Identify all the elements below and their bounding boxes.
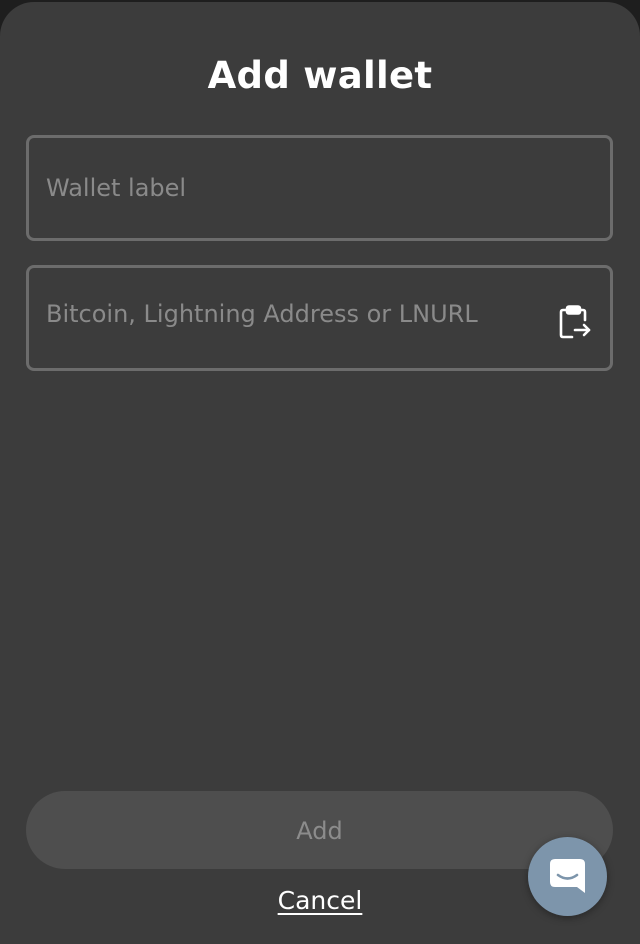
wallet-label-input[interactable] <box>29 138 610 238</box>
wallet-address-field[interactable] <box>26 265 613 371</box>
wallet-label-field[interactable] <box>26 135 613 241</box>
chat-button[interactable] <box>528 837 607 916</box>
chat-bubble-icon <box>550 859 585 893</box>
add-button[interactable]: Add <box>26 791 613 869</box>
wallet-address-input[interactable] <box>29 268 610 368</box>
add-wallet-sheet: Add wallet Add Cancel <box>0 2 640 944</box>
clipboard-paste-icon[interactable] <box>558 304 592 340</box>
page-title: Add wallet <box>207 54 433 97</box>
